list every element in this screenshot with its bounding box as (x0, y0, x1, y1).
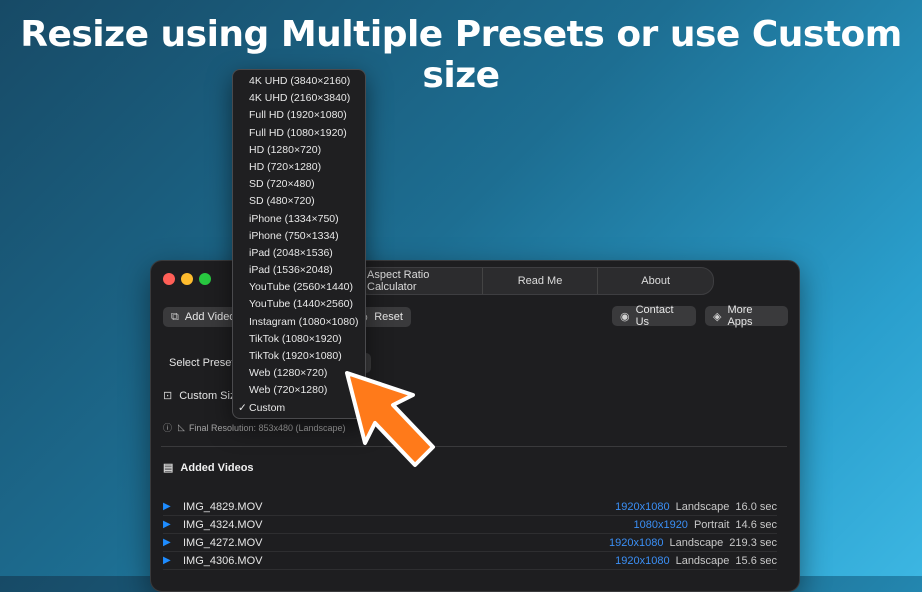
menu-item[interactable]: 4K UHD (3840×2160) (233, 73, 365, 90)
video-resolution: 1920x1080 (615, 500, 670, 513)
menu-item[interactable]: iPad (1536×2048) (233, 262, 365, 279)
tab-about[interactable]: About (597, 268, 713, 294)
video-camera-icon: ▶ (163, 501, 171, 512)
menu-item[interactable]: 4K UHD (2160×3840) (233, 90, 365, 107)
reset-label: Reset (374, 311, 403, 323)
menu-item[interactable]: TikTok (1080×1920) (233, 331, 365, 348)
video-resolution: 1080x1920 (633, 518, 688, 531)
menu-item[interactable]: iPhone (1334×750) (233, 211, 365, 228)
video-duration: 15.6 sec (735, 554, 777, 567)
tray-icon: ▤ (163, 462, 174, 474)
video-list: ▶ IMG_4829.MOV 1920x1080 Landscape 16.0 … (163, 498, 777, 570)
tab-read-me[interactable]: Read Me (481, 268, 598, 294)
video-duration: 14.6 sec (735, 518, 777, 531)
menu-item[interactable]: HD (1280×720) (233, 142, 365, 159)
video-duration: 219.3 sec (729, 536, 777, 549)
menu-item[interactable]: iPad (2048×1536) (233, 245, 365, 262)
video-orientation: Portrait (693, 518, 730, 531)
table-row[interactable]: ▶ IMG_4272.MOV 1920x1080 Landscape 219.3… (163, 534, 777, 552)
menu-item[interactable]: SD (720×480) (233, 176, 365, 193)
menu-item[interactable]: HD (720×1280) (233, 159, 365, 176)
headline: Resize using Multiple Presets or use Cus… (20, 14, 902, 96)
menu-item-label: Custom (249, 401, 286, 414)
video-camera-icon: ▶ (163, 555, 171, 566)
minimize-window-button[interactable] (181, 273, 193, 285)
menu-item[interactable]: YouTube (1440×2560) (233, 296, 365, 313)
added-videos-title: Added Videos (180, 461, 254, 474)
pointer-arrow-icon (345, 371, 435, 467)
layers-icon: ◈ (713, 310, 722, 323)
select-preset-label: Select Preset: (169, 357, 238, 369)
menu-item[interactable]: Instagram (1080×1080) (233, 314, 365, 331)
contact-icon: ◉ (620, 310, 630, 323)
table-row[interactable]: ▶ IMG_4306.MOV 1920x1080 Landscape 15.6 … (163, 552, 777, 570)
video-name: IMG_4306.MOV (183, 554, 263, 567)
ruler-icon: ◺ (178, 422, 185, 432)
menu-item[interactable]: TikTok (1920×1080) (233, 348, 365, 365)
menu-item[interactable]: Full HD (1080×1920) (233, 125, 365, 142)
video-resolution: 1920x1080 (609, 536, 664, 549)
video-orientation: Landscape (675, 554, 730, 567)
video-camera-icon: ▶ (163, 519, 171, 530)
menu-item[interactable]: Full HD (1920×1080) (233, 107, 365, 124)
resize-icon: ⊡ (163, 390, 173, 402)
contact-us-label: Contact Us (635, 304, 674, 328)
video-resolution: 1920x1080 (615, 554, 670, 567)
zoom-window-button[interactable] (199, 273, 211, 285)
table-row[interactable]: ▶ IMG_4829.MOV 1920x1080 Landscape 16.0 … (163, 498, 777, 516)
final-resolution-text: Final Resolution: 853x480 (Landscape) (188, 422, 346, 433)
checkmark-icon: ✓ (238, 401, 247, 414)
close-window-button[interactable] (163, 273, 175, 285)
menu-item[interactable]: YouTube (2560×1440) (233, 279, 365, 296)
video-name: IMG_4272.MOV (183, 536, 263, 549)
added-videos-heading: ▤ Added Videos (163, 461, 254, 475)
more-apps-button[interactable]: ◈ More Apps (705, 304, 788, 328)
video-orientation: Landscape (675, 500, 730, 513)
menu-item[interactable]: iPhone (750×1334) (233, 228, 365, 245)
add-copy-icon: ⧉ (171, 310, 179, 323)
divider (161, 446, 787, 447)
add-video-label: Add Video (184, 311, 236, 323)
video-name: IMG_4324.MOV (183, 518, 263, 531)
tab-aspect-ratio-calculator[interactable]: Aspect Ratio Calculator (357, 268, 482, 294)
menu-item[interactable]: SD (480×720) (233, 193, 365, 210)
video-camera-icon: ▶ (163, 537, 171, 548)
final-resolution-row: ⓘ ◺ Final Resolution: 853x480 (Landscape… (163, 421, 346, 434)
video-duration: 16.0 sec (735, 500, 777, 513)
video-name: IMG_4829.MOV (183, 500, 263, 513)
segmented-tab-bar: Aspect Ratio Calculator Read Me About (356, 267, 714, 295)
custom-size-row[interactable]: ⊡ Custom Size (163, 389, 242, 403)
contact-us-button[interactable]: ◉ Contact Us (612, 304, 696, 328)
more-apps-label: More Apps (727, 304, 753, 328)
table-row[interactable]: ▶ IMG_4324.MOV 1080x1920 Portrait 14.6 s… (163, 516, 777, 534)
video-orientation: Landscape (669, 536, 724, 549)
info-icon: ⓘ (163, 423, 173, 433)
